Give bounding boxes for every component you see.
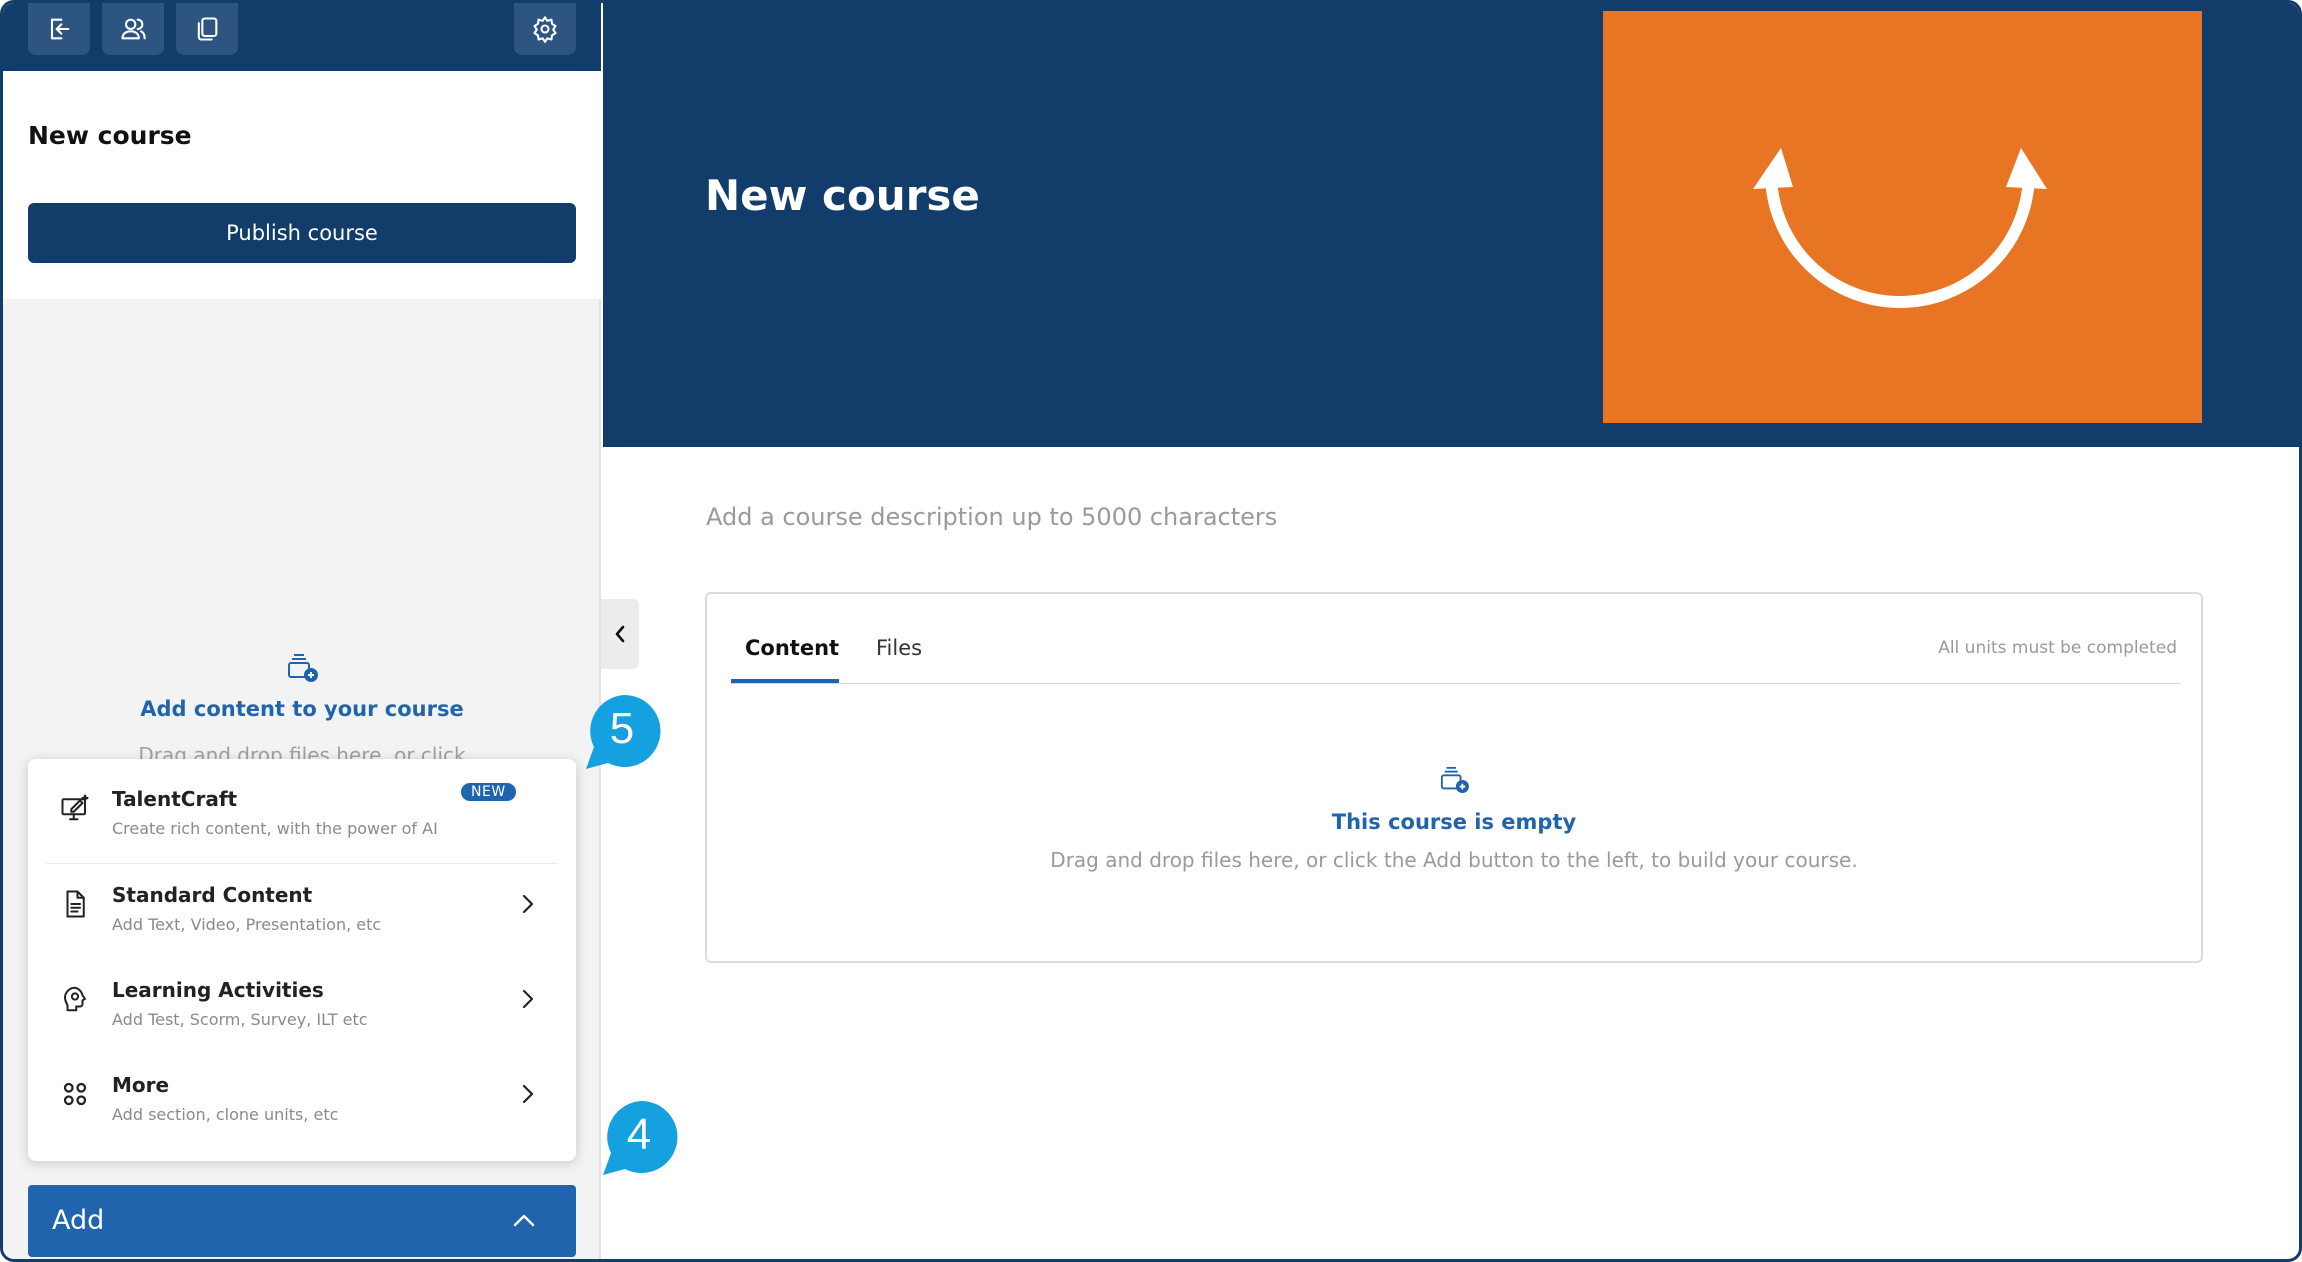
tab-divider	[731, 683, 2181, 684]
copy-icon	[197, 17, 218, 41]
add-content-icon	[288, 654, 318, 682]
course-cover-image[interactable]	[1603, 11, 2202, 423]
sidebar-course-title[interactable]: New course	[28, 121, 192, 150]
add-menu-popup: TalentCraft Create rich content, with th…	[28, 759, 576, 1161]
menu-item-subtitle: Add Text, Video, Presentation, etc	[112, 915, 382, 934]
empty-course-title: This course is empty	[1331, 810, 1577, 834]
sidebar-header: New course Publish course	[3, 71, 601, 299]
menu-item-standard-content[interactable]: Standard Content Add Text, Video, Presen…	[28, 855, 576, 945]
menu-item-title: TalentCraft	[112, 787, 238, 811]
course-title[interactable]: New course	[705, 171, 980, 220]
publish-course-button[interactable]: Publish course	[28, 203, 576, 263]
menu-item-learning-activities[interactable]: Learning Activities Add Test, Scorm, Sur…	[28, 950, 576, 1040]
ai-edit-icon	[61, 794, 89, 821]
course-hero: New course	[603, 3, 2299, 447]
menu-item-more[interactable]: More Add section, clone units, etc	[28, 1045, 576, 1135]
sidebar-empty-state: Add content to your course Drag and drop…	[3, 653, 601, 767]
sidebar: New course Publish course Add content to…	[3, 3, 601, 1259]
callout-number: 4	[626, 1110, 652, 1159]
chevron-up-icon	[513, 1214, 535, 1227]
chevron-left-icon	[615, 625, 625, 643]
completion-rule-link[interactable]: All units must be completed	[1938, 638, 2177, 658]
course-content-panel: Content Files All units must be complete…	[705, 592, 2203, 963]
callout-number: 5	[609, 704, 635, 753]
menu-item-title: Standard Content	[112, 883, 313, 907]
tab-content[interactable]: Content	[745, 636, 839, 660]
callout-5: 5	[586, 693, 662, 769]
add-content-icon	[1440, 766, 1469, 794]
add-button[interactable]: Add	[28, 1185, 576, 1257]
settings-icon	[533, 16, 557, 43]
collapse-sidebar-button[interactable]	[601, 599, 639, 669]
course-description-input[interactable]: Add a course description up to 5000 char…	[706, 503, 1277, 531]
menu-item-subtitle: Add section, clone units, etc	[112, 1105, 339, 1124]
sidebar-empty-title[interactable]: Add content to your course	[3, 697, 601, 721]
learning-activity-icon	[64, 986, 86, 1012]
callout-4: 4	[603, 1099, 679, 1175]
exit-button[interactable]	[28, 3, 90, 55]
exit-icon	[50, 18, 70, 40]
settings-button[interactable]	[514, 3, 576, 55]
document-icon	[66, 890, 85, 918]
content-empty-state: This course is empty Drag and drop files…	[707, 766, 2201, 872]
empty-course-hint: Drag and drop files here, or click the A…	[1050, 848, 1858, 872]
smile-logo-icon	[1753, 148, 2047, 308]
users-button[interactable]	[102, 3, 164, 55]
menu-item-subtitle: Create rich content, with the power of A…	[112, 819, 438, 838]
menu-item-title: More	[112, 1073, 170, 1097]
sidebar-toolbar	[3, 3, 601, 71]
menu-item-talentcraft[interactable]: TalentCraft Create rich content, with th…	[28, 759, 576, 849]
menu-item-subtitle: Add Test, Scorm, Survey, ILT etc	[112, 1010, 368, 1029]
copy-button[interactable]	[176, 3, 238, 55]
app-window: New course Publish course Add content to…	[0, 0, 2302, 1262]
tab-files[interactable]: Files	[876, 636, 922, 660]
chevron-right-icon	[522, 989, 534, 1009]
chevron-right-icon	[522, 894, 534, 914]
users-icon	[121, 18, 146, 40]
add-button-label: Add	[52, 1205, 105, 1236]
menu-item-title: Learning Activities	[112, 978, 324, 1002]
new-badge: NEW	[461, 783, 516, 801]
chevron-right-icon	[522, 1084, 534, 1104]
more-grid-icon	[63, 1082, 87, 1106]
